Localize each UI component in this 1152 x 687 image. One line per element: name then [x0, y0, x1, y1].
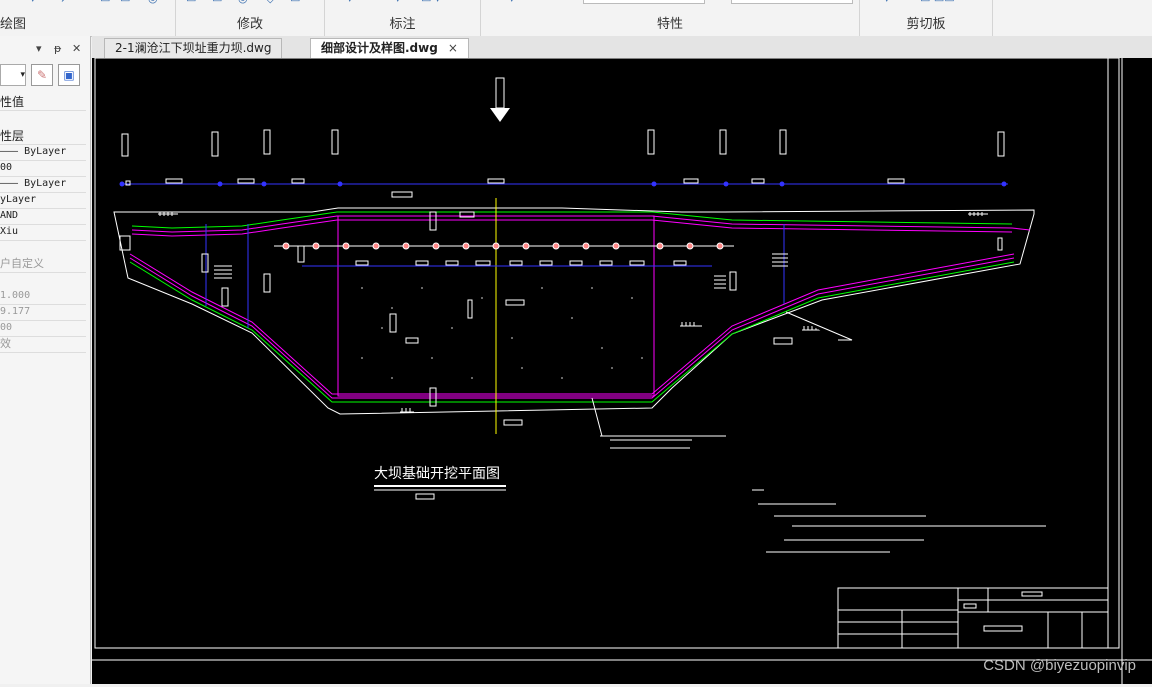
table-icon[interactable]: ◎	[148, 0, 162, 4]
mirror-icon[interactable]: ◇	[266, 0, 280, 4]
property-row[interactable]: Xiu	[0, 224, 86, 241]
color-select[interactable]	[583, 0, 705, 4]
drawing-canvas[interactable]: 大坝基础开挖平面图 CSDN @biyezuopinvip	[92, 57, 1152, 684]
hatch-icon[interactable]: ▭	[100, 0, 114, 4]
tab-dam-site[interactable]: 2-1澜沧江下坝址重力坝.dwg	[104, 38, 283, 58]
linetype-select[interactable]	[731, 0, 853, 4]
arc-icon[interactable]: ↗	[60, 0, 74, 4]
ribbon-group-label: 剪切板	[906, 17, 946, 32]
paste-dropdown-icon[interactable]: ▾	[884, 0, 898, 4]
ribbon-group-label: 修改	[236, 17, 263, 32]
ribbon-group-label: 标注	[389, 17, 416, 32]
tab-label: 2-1澜沧江下坝址重力坝.dwg	[115, 41, 272, 55]
property-row[interactable]: ——— ByLayer	[0, 144, 86, 161]
section-markers	[121, 129, 1005, 157]
dimension-line	[119, 178, 1008, 187]
ribbon-group-properties: ▾ 特性	[481, 0, 860, 36]
properties-palette: ▾ ᵽ ✕ ▾ ✎ ▣ 性值 性层 ——— ByLayer 00 ——— ByL…	[0, 36, 91, 684]
property-row[interactable]: 9.177	[0, 304, 86, 321]
rotate-icon[interactable]: ◎	[238, 0, 252, 4]
ribbon-group-label: 特性	[656, 17, 683, 32]
property-row[interactable]: 00	[0, 160, 86, 177]
toggle-pickadd-icon[interactable]: ✎	[31, 64, 53, 86]
region-icon[interactable]: ▭	[120, 0, 134, 4]
pin-icon[interactable]: ᵽ	[54, 42, 61, 55]
ribbon-dropdown-icon[interactable]: ▾	[30, 0, 44, 4]
tab-label: 细部设计及样图.dwg	[321, 41, 438, 55]
document-tab-bar: 2-1澜沧江下坝址重力坝.dwg 细部设计及样图.dwg ×	[92, 36, 1152, 59]
drawing-border	[94, 57, 1120, 649]
property-row[interactable]: 户自定义	[0, 256, 86, 273]
ribbon-group-label: 绘图	[0, 17, 27, 32]
tab-detail-design[interactable]: 细部设计及样图.dwg ×	[310, 38, 469, 58]
ribbon-group-clipboard: ▾ ▭ ▭▭ 剪切板	[860, 0, 993, 36]
property-row[interactable]: ——— ByLayer	[0, 176, 86, 193]
excavation-outline	[113, 198, 1035, 434]
direction-arrow-icon	[490, 77, 510, 122]
ribbon: ▾ ↗ ▭ ▭ ◎ 绘图 ▭ ▭ ◎ ◇ ▭ 修改 ▾ ▾ ▭ ▾ 标注 ▾ 特…	[0, 0, 1152, 37]
scale-tag	[415, 493, 435, 500]
property-row[interactable]: 性层	[0, 128, 86, 145]
grade-marks	[158, 212, 988, 449]
leader-dropdown-icon[interactable]: ▾	[395, 0, 409, 4]
property-row[interactable]: yLayer	[0, 192, 86, 209]
general-notes	[752, 489, 1046, 553]
paste-special-icon[interactable]: ▭ ▭▭	[920, 0, 980, 4]
close-icon[interactable]: ✕	[72, 42, 81, 55]
copy-icon[interactable]: ▭	[212, 0, 226, 4]
annotation-tags	[119, 191, 1003, 426]
move-icon[interactable]: ▭	[186, 0, 200, 4]
anchor-row	[274, 242, 734, 267]
ribbon-group-modify: ▭ ▭ ◎ ◇ ▭ 修改	[176, 0, 325, 36]
panel-menu-icon[interactable]: ▾	[36, 42, 42, 55]
object-type-select[interactable]: ▾	[0, 64, 26, 86]
title-block	[837, 587, 1109, 649]
match-properties-dropdown-icon[interactable]: ▾	[509, 0, 523, 4]
panel-header-label: 性值	[0, 94, 86, 111]
property-row[interactable]: 效	[0, 336, 86, 353]
property-row[interactable]: AND	[0, 208, 86, 225]
select-objects-icon[interactable]: ▣	[58, 64, 80, 86]
cad-drawing: 大坝基础开挖平面图	[92, 57, 1152, 684]
dimension-dropdown-icon[interactable]: ▾	[347, 0, 361, 4]
scale-icon[interactable]: ▭	[290, 0, 304, 4]
property-row[interactable]: 00	[0, 320, 86, 337]
watermark: CSDN @biyezuopinvip	[983, 657, 1136, 674]
plan-title: 大坝基础开挖平面图	[374, 465, 500, 482]
rock-hatch	[361, 287, 643, 379]
ribbon-group-annotate: ▾ ▾ ▭ ▾ 标注	[325, 0, 481, 36]
ribbon-group-draw: ▾ ↗ ▭ ▭ ◎ 绘图	[0, 0, 176, 36]
text-style-icon[interactable]: ▭ ▾	[421, 0, 461, 4]
property-row[interactable]: 1.000	[0, 288, 86, 305]
close-tab-icon[interactable]: ×	[448, 41, 458, 55]
